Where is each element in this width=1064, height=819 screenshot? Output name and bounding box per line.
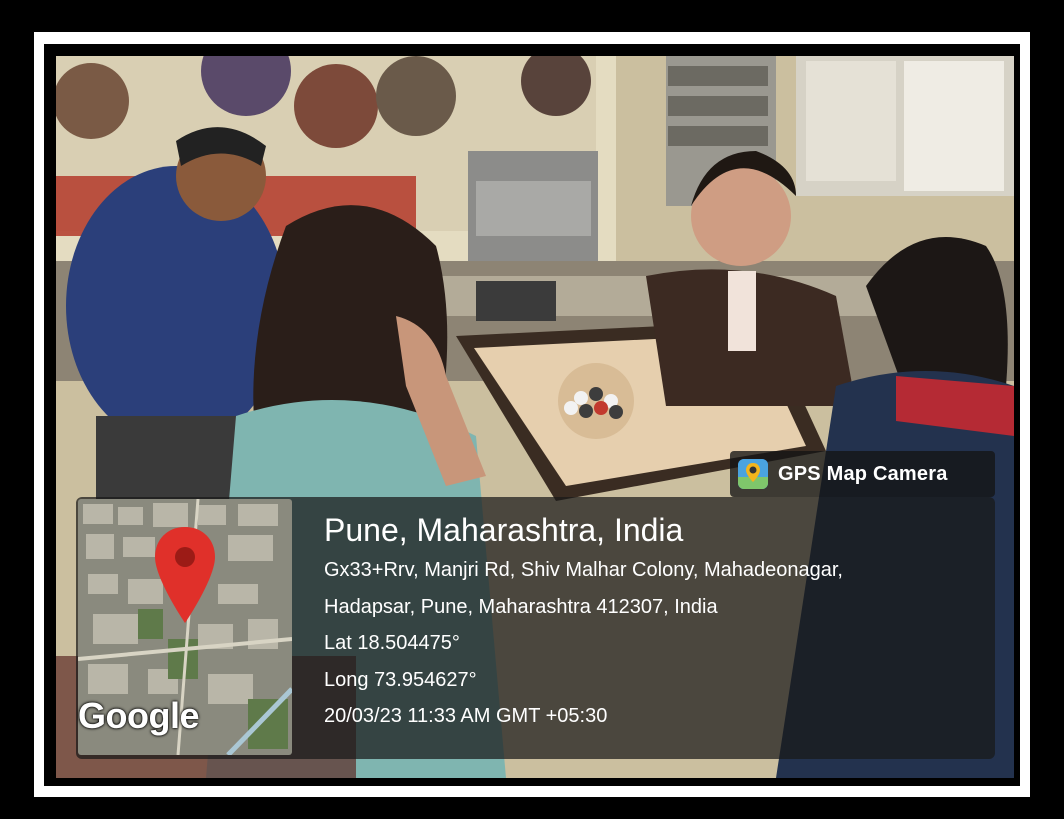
map-brand-logo: Google xyxy=(78,695,200,736)
map-pin-icon xyxy=(155,527,215,623)
longitude-text: Long 73.954627° xyxy=(324,668,477,691)
location-stamp-text: Pune, Maharashtra, India Gx33+Rrv, Manjr… xyxy=(324,508,843,735)
address-line-2: Hadapsar, Pune, Maharashtra 412307, Indi… xyxy=(324,595,718,618)
gps-app-label: GPS Map Camera xyxy=(730,451,995,497)
latitude-text: Lat 18.504475° xyxy=(324,632,460,654)
gps-app-name: GPS Map Camera xyxy=(778,462,948,485)
gps-map-camera-icon xyxy=(738,459,768,489)
address-line-1: Gx33+Rrv, Manjri Rd, Shiv Malhar Colony,… xyxy=(324,559,843,581)
timestamp-text: 20/03/23 11:33 AM GMT +05:30 xyxy=(324,705,608,727)
location-title: Pune, Maharashtra, India xyxy=(324,512,684,548)
